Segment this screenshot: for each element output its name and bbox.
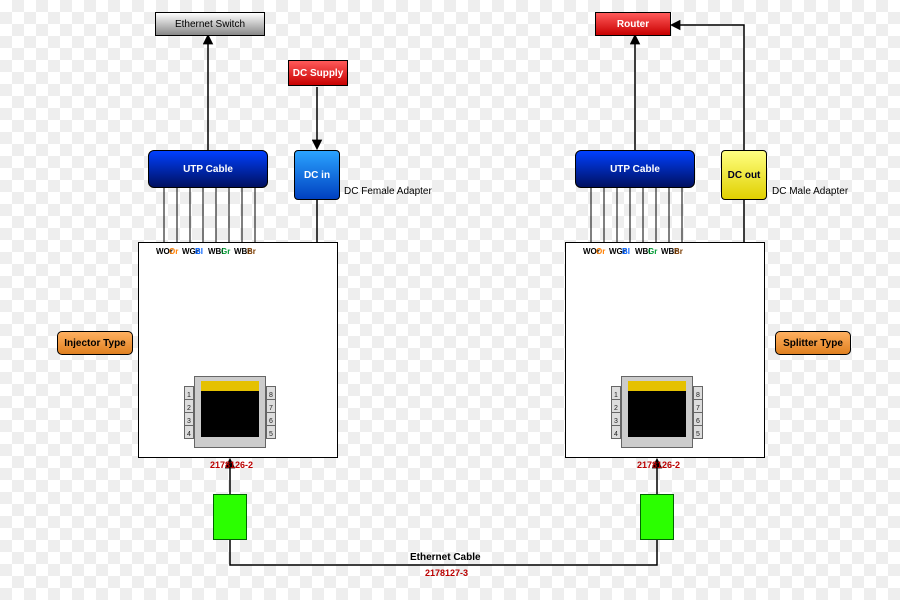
rj45-left bbox=[194, 376, 266, 448]
pin: 1 bbox=[184, 386, 194, 400]
plug-left bbox=[213, 494, 247, 540]
wire-label: Gr bbox=[648, 247, 657, 256]
pin: 6 bbox=[266, 412, 276, 426]
dc-male-label: DC Male Adapter bbox=[772, 186, 848, 197]
wire-label: Or bbox=[596, 247, 605, 256]
injector-type-tag: Injector Type bbox=[57, 331, 133, 355]
dc-out-label: DC out bbox=[728, 170, 761, 181]
pin: 7 bbox=[266, 399, 276, 413]
pin: 4 bbox=[184, 425, 194, 439]
utp-cable-left: UTP Cable bbox=[148, 150, 268, 188]
ethernet-switch-label: Ethernet Switch bbox=[175, 19, 245, 30]
wire-label: Gr bbox=[221, 247, 230, 256]
pin: 2 bbox=[611, 399, 621, 413]
wiring-lines bbox=[0, 0, 900, 600]
plug-right bbox=[640, 494, 674, 540]
wire-label: Bl bbox=[195, 247, 203, 256]
router-box: Router bbox=[595, 12, 671, 36]
pin: 7 bbox=[693, 399, 703, 413]
dc-out-box: DC out bbox=[721, 150, 767, 200]
pin: 3 bbox=[611, 412, 621, 426]
pin: 2 bbox=[184, 399, 194, 413]
pin: 4 bbox=[611, 425, 621, 439]
pin: 1 bbox=[611, 386, 621, 400]
part-left: 2178126-2 bbox=[210, 460, 253, 470]
splitter-label: Splitter Type bbox=[783, 338, 843, 349]
ethernet-switch-box: Ethernet Switch bbox=[155, 12, 265, 36]
dc-supply-box: DC Supply bbox=[288, 60, 348, 86]
pin: 8 bbox=[693, 386, 703, 400]
dc-supply-label: DC Supply bbox=[293, 68, 344, 79]
utp-right-label: UTP Cable bbox=[610, 164, 660, 175]
wire-label: Bl bbox=[622, 247, 630, 256]
ethernet-cable-label: Ethernet Cable bbox=[410, 552, 481, 563]
part-cable: 2178127-3 bbox=[425, 568, 468, 578]
pin: 3 bbox=[184, 412, 194, 426]
injector-label: Injector Type bbox=[64, 338, 126, 349]
dc-in-box: DC in bbox=[294, 150, 340, 200]
pin: 8 bbox=[266, 386, 276, 400]
rj45-right bbox=[621, 376, 693, 448]
dc-female-label: DC Female Adapter bbox=[344, 186, 432, 197]
wire-label: Br bbox=[674, 247, 683, 256]
utp-cable-right: UTP Cable bbox=[575, 150, 695, 188]
utp-left-label: UTP Cable bbox=[183, 164, 233, 175]
router-label: Router bbox=[617, 19, 649, 30]
dc-in-label: DC in bbox=[304, 170, 330, 181]
part-right: 2178126-2 bbox=[637, 460, 680, 470]
pin: 6 bbox=[693, 412, 703, 426]
pin: 5 bbox=[266, 425, 276, 439]
splitter-type-tag: Splitter Type bbox=[775, 331, 851, 355]
wire-label: Or bbox=[169, 247, 178, 256]
wire-label: Br bbox=[247, 247, 256, 256]
pin: 5 bbox=[693, 425, 703, 439]
